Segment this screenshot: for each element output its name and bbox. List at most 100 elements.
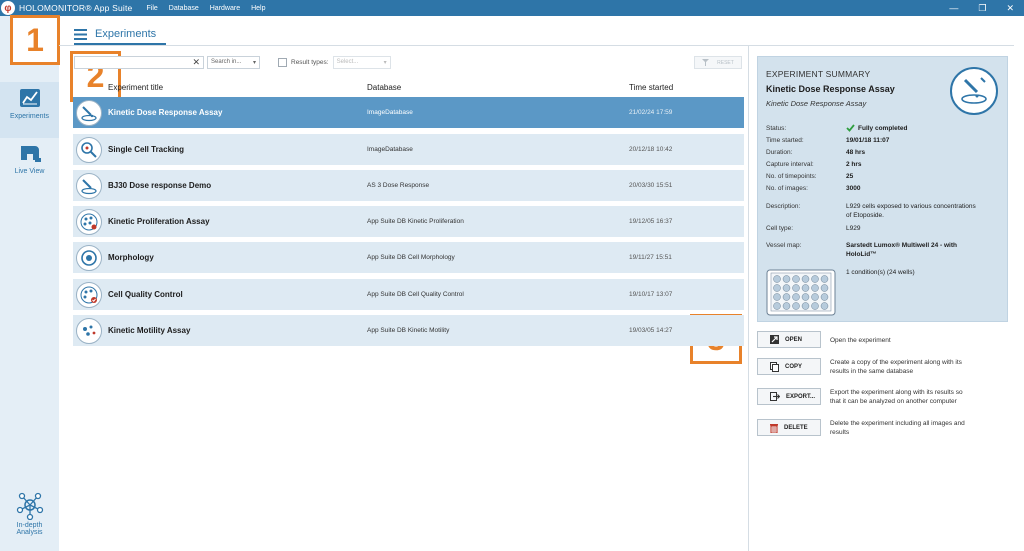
search-input[interactable]: ✕	[74, 55, 204, 69]
vessel-map-value-line1: Sarstedt Lumox® Multiwell 24 - with	[846, 242, 957, 249]
maximize-icon[interactable]: ❐	[978, 3, 986, 14]
row-database: App Suite DB Cell Quality Control	[367, 291, 464, 298]
morphology-icon	[76, 244, 102, 271]
cell-type-value: L929	[846, 225, 861, 232]
copy-icon	[770, 361, 779, 372]
network-icon	[16, 492, 43, 520]
conditions-text: 1 condition(s) (24 wells)	[846, 269, 915, 276]
row-time: 20/12/18 10:42	[629, 146, 673, 153]
table-row[interactable]: Kinetic Proliferation Assay App Suite DB…	[73, 206, 744, 237]
sidebar-item-in-depth-analysis[interactable]: In-depth Analysis	[0, 490, 59, 548]
sidebar-item-label: Analysis	[16, 529, 43, 536]
summary-subtitle: Kinetic Dose Response Assay	[766, 99, 867, 108]
window-controls: — ❐ ✕	[949, 3, 1014, 14]
row-title: Cell Quality Control	[108, 290, 183, 299]
export-icon	[770, 392, 780, 401]
menu-bar: File Database Hardware Help	[147, 5, 266, 12]
vessel-map-label: Vessel map:	[766, 242, 802, 249]
clear-search-icon[interactable]: ✕	[192, 57, 200, 68]
open-description: Open the experiment	[830, 337, 891, 344]
table-row[interactable]: Kinetic Motility Assay App Suite DB Kine…	[73, 315, 744, 346]
row-time: 21/02/24 17:59	[629, 109, 673, 116]
timepoints-label: No. of timepoints:	[766, 173, 817, 180]
sidebar-item-label: Live View	[14, 168, 45, 175]
table-row[interactable]: BJ30 Dose response Demo AS 3 Dose Respon…	[73, 170, 744, 201]
open-icon	[770, 335, 779, 344]
copy-description-line1: Create a copy of the experiment along wi…	[830, 359, 962, 366]
filter-clear-icon	[702, 59, 710, 66]
annotation-badge-1: 1	[10, 15, 60, 65]
delete-description-line1: Delete the experiment including all imag…	[830, 420, 965, 427]
duration-value: 48 hrs	[846, 149, 866, 156]
sidebar: Experiments Live View In-depth Analysis	[0, 16, 59, 551]
description-value-line1: L929 cells exposed to various concentrat…	[846, 203, 976, 210]
title-bar: φ HOLOMONITOR® App Suite File Database H…	[0, 0, 1024, 16]
images-value: 3000	[846, 185, 861, 192]
search-in-select[interactable]: Search in... ▾	[207, 55, 260, 69]
dose-response-icon	[76, 172, 102, 199]
menu-database[interactable]: Database	[169, 5, 199, 12]
menu-hardware[interactable]: Hardware	[210, 5, 240, 12]
chart-icon	[19, 89, 40, 107]
result-types-select[interactable]: Select... ▾	[332, 55, 391, 69]
row-database: ImageDatabase	[367, 146, 413, 153]
reset-button[interactable]: RESET	[694, 56, 742, 69]
duration-label: Duration:	[766, 149, 793, 156]
table-row[interactable]: Cell Quality Control App Suite DB Cell Q…	[73, 279, 744, 310]
dose-response-icon	[950, 67, 998, 115]
export-description-line1: Export the experiment along with its res…	[830, 389, 963, 396]
capture-interval-value: 2 hrs	[846, 161, 862, 168]
row-time: 19/12/05 16:37	[629, 218, 673, 225]
cell-tracking-icon	[76, 136, 102, 163]
motility-icon	[76, 317, 102, 344]
table-row[interactable]: Single Cell Tracking ImageDatabase 20/12…	[73, 134, 744, 165]
status-value: Fully completed	[846, 124, 907, 132]
experiment-summary-panel: EXPERIMENT SUMMARY Kinetic Dose Response…	[757, 56, 1008, 322]
copy-button[interactable]: COPY	[757, 358, 821, 375]
hamburger-icon	[74, 28, 87, 40]
images-label: No. of images:	[766, 185, 808, 192]
cell-type-label: Cell type:	[766, 225, 794, 232]
menu-help[interactable]: Help	[251, 5, 265, 12]
delete-button[interactable]: DELETE	[757, 419, 821, 436]
row-time: 19/11/27 15:51	[629, 254, 672, 261]
summary-title: Kinetic Dose Response Assay	[766, 84, 895, 94]
chevron-down-icon: ▾	[383, 59, 387, 66]
row-database: ImageDatabase	[367, 109, 413, 116]
open-button[interactable]: OPEN	[757, 331, 821, 348]
tab-label: Experiments	[95, 28, 157, 40]
microscope-icon	[20, 146, 41, 162]
column-header-time-started[interactable]: Time started	[629, 83, 673, 92]
row-database: App Suite DB Kinetic Proliferation	[367, 218, 464, 225]
column-header-database[interactable]: Database	[367, 83, 401, 92]
export-button[interactable]: EXPORT...	[757, 388, 821, 405]
table-row[interactable]: Kinetic Dose Response Assay ImageDatabas…	[73, 97, 744, 128]
proliferation-icon	[76, 208, 102, 235]
panel-divider	[748, 46, 749, 551]
row-database: App Suite DB Cell Morphology	[367, 254, 455, 261]
delete-description-line2: results	[830, 429, 850, 436]
capture-interval-label: Capture interval:	[766, 161, 814, 168]
row-time: 20/03/30 15:51	[629, 182, 673, 189]
sidebar-item-live-view[interactable]: Live View	[0, 140, 59, 190]
minimize-icon[interactable]: —	[949, 3, 958, 14]
sidebar-item-experiments[interactable]: Experiments	[0, 82, 59, 138]
time-started-label: Time started:	[766, 137, 804, 144]
table-row[interactable]: Morphology App Suite DB Cell Morphology …	[73, 242, 744, 273]
column-header-title[interactable]: Experiment title	[108, 83, 163, 92]
app-name: HOLOMONITOR® App Suite	[19, 3, 133, 13]
copy-description-line2: results in the same database	[830, 368, 914, 375]
vessel-map-value-line2: HoloLid™	[846, 251, 877, 258]
row-title: Kinetic Dose Response Assay	[108, 108, 223, 117]
row-title: Morphology	[108, 253, 154, 262]
quality-control-icon	[76, 281, 102, 308]
row-title: BJ30 Dose response Demo	[108, 181, 212, 190]
row-time: 19/03/05 14:27	[629, 327, 673, 334]
close-icon[interactable]: ✕	[1006, 3, 1014, 14]
row-title: Kinetic Proliferation Assay	[108, 217, 210, 226]
timepoints-value: 25	[846, 173, 854, 180]
description-value-line2: of Etoposide.	[846, 212, 884, 219]
sidebar-item-label: In-depth	[16, 522, 43, 529]
menu-file[interactable]: File	[147, 5, 158, 12]
result-types-checkbox[interactable]	[278, 57, 287, 67]
